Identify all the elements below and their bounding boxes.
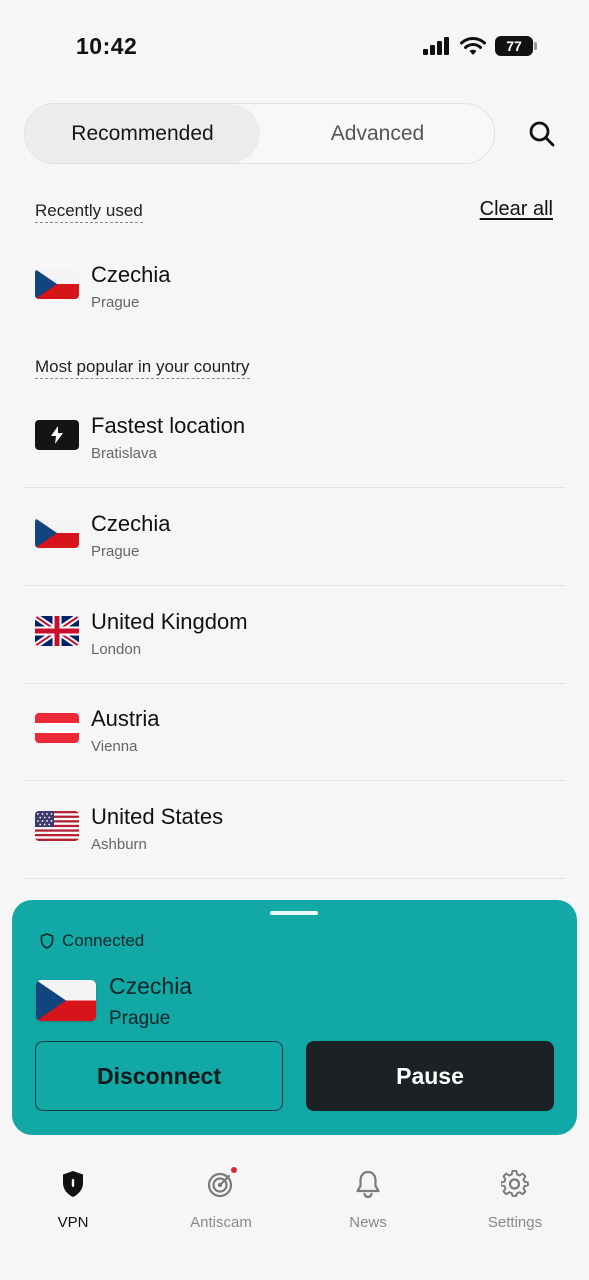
search-icon xyxy=(529,121,555,147)
battery-cap xyxy=(534,42,537,50)
status-time: 10:42 xyxy=(76,33,138,59)
recently-used-header: Recently used xyxy=(35,201,143,223)
connection-status-text: Connected xyxy=(62,931,145,950)
tab-advanced[interactable]: Advanced xyxy=(260,104,495,163)
pause-button[interactable]: Pause xyxy=(306,1041,554,1111)
location-name: Fastest location xyxy=(91,413,246,438)
tab-recommended[interactable]: Recommended xyxy=(25,104,260,163)
location-city: Bratislava xyxy=(91,445,157,462)
most-popular-header: Most popular in your country xyxy=(35,357,250,379)
location-city: Prague xyxy=(91,294,140,311)
location-row-united-kingdom[interactable]: United Kingdom London xyxy=(24,587,565,684)
radar-icon xyxy=(205,1167,237,1200)
nav-label: VPN xyxy=(57,1214,89,1231)
location-city: Prague xyxy=(91,543,140,560)
location-city: Vienna xyxy=(91,738,138,755)
nav-label: Antiscam xyxy=(190,1214,252,1231)
location-row-austria[interactable]: Austria Vienna xyxy=(24,684,565,781)
location-mode-tabs: Recommended Advanced xyxy=(24,103,495,164)
panel-drag-handle[interactable] xyxy=(270,911,318,915)
uk-flag-icon xyxy=(35,616,79,646)
location-row-czechia[interactable]: Czechia Prague xyxy=(24,489,565,586)
connection-status: Connected xyxy=(40,931,144,951)
clear-all-link[interactable]: Clear all xyxy=(480,198,553,221)
location-name: United Kingdom xyxy=(91,609,248,634)
nav-settings[interactable]: Settings xyxy=(460,1168,570,1231)
wifi-icon xyxy=(460,36,486,55)
disconnect-button[interactable]: Disconnect xyxy=(35,1041,283,1111)
location-row-united-states[interactable]: United States Ashburn xyxy=(24,782,565,879)
location-city: London xyxy=(91,641,142,658)
bell-icon xyxy=(352,1168,384,1200)
connected-country: Czechia xyxy=(109,973,193,999)
austria-flag-icon xyxy=(35,713,79,743)
location-name: Austria xyxy=(91,706,160,731)
usa-flag-icon xyxy=(35,811,79,841)
nav-antiscam[interactable]: Antiscam xyxy=(166,1167,276,1231)
nav-label: Settings xyxy=(487,1214,543,1231)
battery-level: 77 xyxy=(495,36,533,56)
czechia-flag-icon xyxy=(36,980,96,1021)
cellular-signal-icon xyxy=(423,37,449,55)
lightning-icon xyxy=(35,420,79,450)
shield-outline-icon xyxy=(40,933,54,949)
location-city: Ashburn xyxy=(91,836,147,853)
status-bar: 10:42 77 xyxy=(0,0,589,90)
nav-news[interactable]: News xyxy=(313,1168,423,1231)
gear-icon xyxy=(499,1168,531,1200)
connected-city: Prague xyxy=(109,1008,171,1029)
czechia-flag-icon xyxy=(35,269,79,299)
battery-indicator: 77 xyxy=(495,36,537,56)
location-name: United States xyxy=(91,804,224,829)
nav-label: News xyxy=(349,1214,387,1231)
recent-location-row[interactable]: Czechia Prague xyxy=(24,240,565,337)
bottom-nav: VPN Antiscam News Settings xyxy=(0,1150,589,1280)
nav-vpn[interactable]: VPN xyxy=(18,1168,128,1231)
location-name: Czechia xyxy=(91,262,171,287)
czechia-flag-icon xyxy=(35,518,79,548)
location-name: Czechia xyxy=(91,511,171,536)
status-icons: 77 xyxy=(423,36,537,56)
search-button[interactable] xyxy=(522,116,562,152)
notification-dot xyxy=(231,1167,237,1173)
shield-icon xyxy=(57,1168,89,1200)
location-row-fastest[interactable]: Fastest location Bratislava xyxy=(24,391,565,488)
connection-panel[interactable]: Connected Czechia Prague Disconnect Paus… xyxy=(12,900,577,1135)
